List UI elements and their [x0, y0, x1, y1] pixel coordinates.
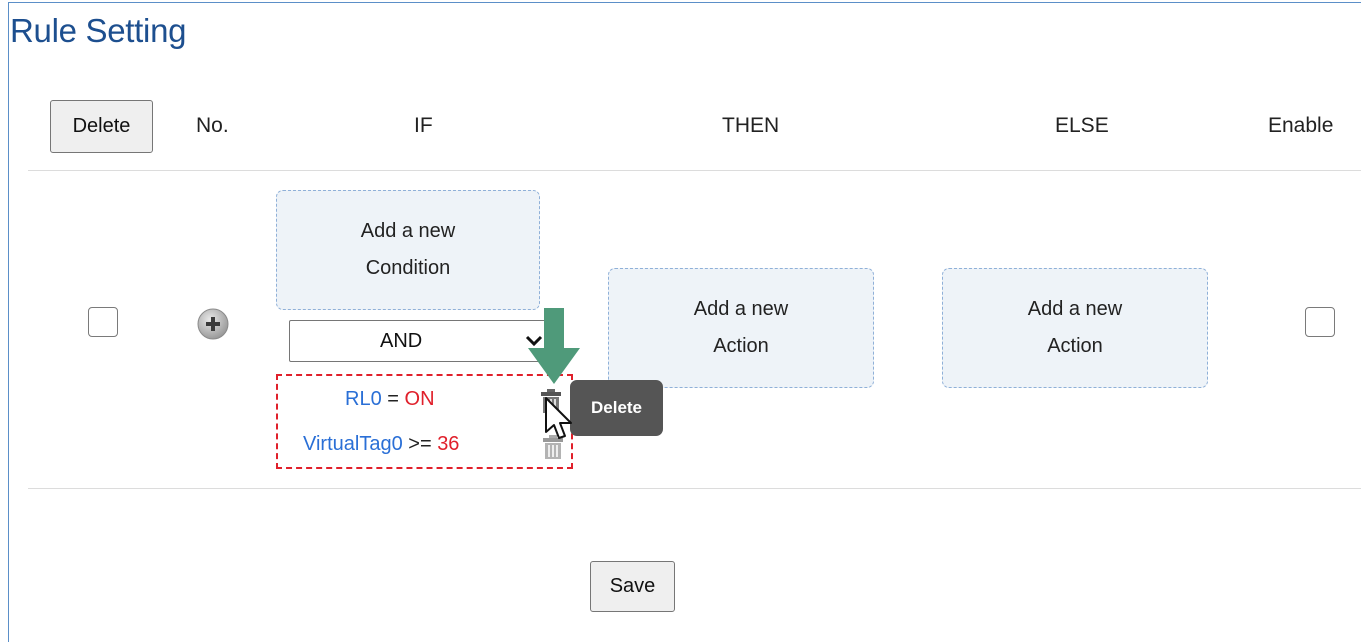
condition-value: ON: [404, 388, 435, 410]
add-else-action-label-line2: Action: [1047, 335, 1103, 357]
add-else-action-label-line1: Add a new: [1027, 298, 1123, 320]
arrow-down-icon: [524, 308, 584, 386]
add-then-action-button[interactable]: Add a new Action: [608, 268, 874, 388]
pointer-cursor-icon: [544, 396, 574, 442]
condition-value: 36: [437, 433, 460, 455]
header-divider: [28, 170, 1361, 171]
add-condition-label-line2: Condition: [365, 257, 451, 279]
condition-operator: >=: [408, 433, 432, 455]
logic-operator-select[interactable]: AND: [289, 320, 549, 362]
page-title: Rule Setting: [10, 12, 187, 49]
delete-button[interactable]: Delete: [50, 100, 153, 153]
add-else-action-button[interactable]: Add a new Action: [942, 268, 1208, 388]
column-header-else: ELSE: [1055, 114, 1109, 137]
row-divider: [28, 488, 1361, 489]
condition-item-0[interactable]: RL0 = ON: [345, 388, 435, 411]
add-rule-button[interactable]: [194, 305, 232, 343]
column-header-no: No.: [196, 114, 229, 137]
condition-tag: VirtualTag0: [303, 433, 403, 455]
column-header-enable: Enable: [1268, 114, 1334, 137]
save-button[interactable]: Save: [590, 561, 675, 612]
delete-tooltip: Delete: [570, 380, 663, 436]
condition-tag: RL0: [345, 388, 382, 410]
add-condition-button[interactable]: Add a new Condition: [276, 190, 540, 310]
add-then-action-label-line2: Action: [713, 335, 769, 357]
condition-item-1[interactable]: VirtualTag0 >= 36: [303, 433, 459, 456]
rule-enable-checkbox[interactable]: [1305, 307, 1335, 337]
column-header-then: THEN: [722, 114, 780, 137]
rule-select-checkbox[interactable]: [88, 307, 118, 337]
add-then-action-label-line1: Add a new: [693, 298, 789, 320]
plus-circle-icon: [197, 308, 229, 340]
condition-operator: =: [387, 388, 399, 410]
add-condition-label-line1: Add a new: [360, 220, 456, 242]
column-header-if: IF: [414, 114, 433, 137]
logic-operator-value: AND: [380, 330, 423, 352]
